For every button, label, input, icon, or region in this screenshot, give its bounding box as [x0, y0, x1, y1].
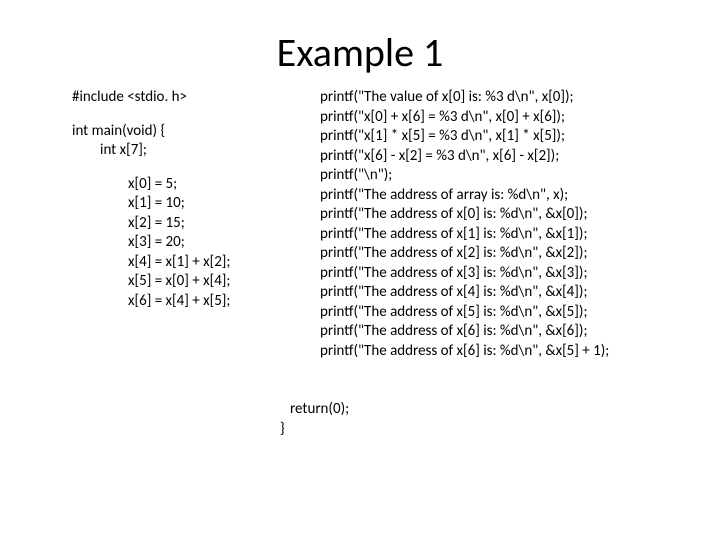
code-line: printf("The address of x[5] is: %d\n", &… — [320, 303, 700, 323]
code-line: x[0] = 5; — [128, 175, 272, 195]
code-line: printf("The address of x[6] is: %d\n", &… — [320, 342, 700, 362]
code-line: printf("x[1] * x[5] = %3 d\n", x[1] * x[… — [320, 127, 700, 147]
code-line: printf("The address of array is: %d\n", … — [320, 186, 700, 206]
code-line: int x[7]; — [72, 141, 272, 161]
code-left-column: #include <stdio. h> int main(void) { int… — [72, 88, 272, 325]
code-line: printf("The address of x[1] is: %d\n", &… — [320, 225, 700, 245]
code-line: x[5] = x[0] + x[4]; — [128, 272, 272, 292]
code-right-column: printf("The value of x[0] is: %3 d\n", x… — [320, 88, 700, 361]
code-line: printf("The address of x[6] is: %d\n", &… — [320, 322, 700, 342]
code-line: x[3] = 20; — [128, 233, 272, 253]
code-line: int main(void) { — [72, 122, 272, 142]
code-return: return(0); — [290, 400, 349, 418]
code-line: printf("The address of x[3] is: %d\n", &… — [320, 264, 700, 284]
code-line: printf("The address of x[4] is: %d\n", &… — [320, 283, 700, 303]
code-block: int main(void) { int x[7]; — [72, 122, 272, 161]
code-line: x[4] = x[1] + x[2]; — [128, 253, 272, 273]
code-line: printf("The address of x[2] is: %d\n", &… — [320, 244, 700, 264]
slide: Example 1 #include <stdio. h> int main(v… — [0, 0, 720, 540]
code-line: printf("\n"); — [320, 166, 700, 186]
code-line: #include <stdio. h> — [72, 88, 272, 108]
code-line: printf("The value of x[0] is: %3 d\n", x… — [320, 88, 700, 108]
code-line: printf("x[0] + x[6] = %3 d\n", x[0] + x[… — [320, 108, 700, 128]
code-line: x[2] = 15; — [128, 214, 272, 234]
code-line: x[6] = x[4] + x[5]; — [128, 292, 272, 312]
slide-title: Example 1 — [0, 28, 720, 77]
code-closing-brace: } — [280, 420, 285, 438]
code-line: x[1] = 10; — [128, 194, 272, 214]
code-line: printf("x[6] - x[2] = %3 d\n", x[6] - x[… — [320, 147, 700, 167]
code-block: x[0] = 5; x[1] = 10; x[2] = 15; x[3] = 2… — [72, 175, 272, 312]
code-line: printf("The address of x[0] is: %d\n", &… — [320, 205, 700, 225]
